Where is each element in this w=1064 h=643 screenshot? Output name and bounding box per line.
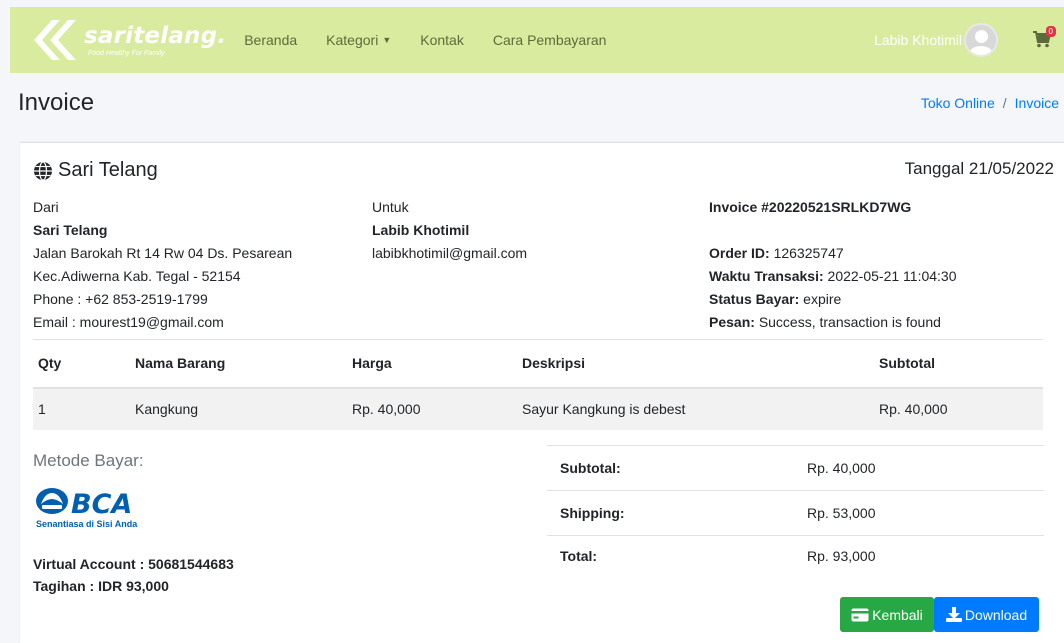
download-icon: [945, 607, 962, 622]
bca-logo-text: BCA: [71, 489, 132, 520]
brand-name: saritelang.: [84, 22, 227, 49]
cart-button[interactable]: 0: [1032, 26, 1056, 50]
back-button[interactable]: Kembali: [840, 597, 934, 632]
breadcrumb-current[interactable]: Invoice: [1015, 95, 1059, 111]
transaction-time: Waktu Transaksi: 2022-05-21 11:04:30: [709, 268, 957, 284]
back-button-label: Kembali: [872, 606, 923, 623]
breadcrumb-separator: /: [1002, 95, 1007, 111]
breadcrumb-link-toko-online[interactable]: Toko Online: [921, 95, 995, 111]
breadcrumb: Toko Online / Invoice: [921, 95, 1059, 111]
invoice-card: Sari Telang Tanggal 21/05/2022 Dari Sari…: [20, 142, 1064, 643]
avatar[interactable]: [964, 23, 998, 57]
cell-subtotal: Rp. 40,000: [874, 387, 1043, 430]
from-address-line2: Kec.Adiwerna Kab. Tegal - 52154: [33, 268, 241, 284]
nav-link-beranda[interactable]: Beranda: [244, 32, 297, 48]
download-button-label: Download: [964, 606, 1028, 623]
column-header-subtotal: Subtotal: [874, 339, 1043, 389]
items-table-header: Qty Nama Barang Harga Deskripsi Subtotal: [33, 339, 1043, 389]
nav-link-kontak[interactable]: Kontak: [420, 32, 464, 48]
shipping-value: Rp. 53,000: [794, 490, 1044, 536]
brand-tagline: Food Healthy For Family: [88, 49, 165, 57]
to-email: labibkhotimil@gmail.com: [372, 245, 528, 261]
column-header-deskripsi: Deskripsi: [517, 339, 874, 389]
shop-name: Sari Telang: [33, 159, 158, 182]
user-name[interactable]: Labib Khotimil: [874, 32, 962, 48]
download-button[interactable]: Download: [934, 597, 1039, 632]
credit-card-icon: [851, 608, 869, 621]
navbar: saritelang. Food Healthy For Family Bera…: [10, 7, 1064, 73]
cell-nama-barang: Kangkung: [130, 387, 347, 430]
totals-row-subtotal: Subtotal: Rp. 40,000: [547, 445, 1044, 491]
nav-link-cara-pembayaran[interactable]: Cara Pembayaran: [493, 32, 607, 48]
column-header-harga: Harga: [347, 339, 517, 389]
from-address: Dari Sari Telang Jalan Barokah Rt 14 Rw …: [33, 196, 292, 334]
shop-name-label: Sari Telang: [58, 159, 158, 181]
from-phone: Phone : +62 853-2519-1799: [33, 291, 208, 307]
column-header-nama-barang: Nama Barang: [130, 339, 347, 389]
payment-info: Virtual Account : 50681544683 Tagihan : …: [33, 553, 234, 597]
to-address: Untuk Labib Khotimil labibkhotimil@gmail…: [372, 196, 527, 265]
cell-harga: Rp. 40,000: [347, 387, 517, 430]
page-title: Invoice: [18, 89, 95, 116]
totals-table: Subtotal: Rp. 40,000 Shipping: Rp. 53,00…: [547, 445, 1044, 581]
double-chevron-left-icon: [34, 20, 76, 60]
nav-link-kategori[interactable]: Kategori ▼: [326, 32, 391, 48]
table-row: 1 Kangkung Rp. 40,000 Sayur Kangkung is …: [33, 387, 1043, 430]
from-name: Sari Telang: [33, 222, 108, 238]
totals-row-shipping: Shipping: Rp. 53,000: [547, 490, 1044, 536]
to-label: Untuk: [372, 199, 409, 215]
totals-row-total: Total: Rp. 93,000: [547, 535, 1044, 581]
subtotal-value: Rp. 40,000: [794, 445, 1044, 491]
from-address-line1: Jalan Barokah Rt 14 Rw 04 Ds. Pesarean: [33, 245, 293, 261]
payment-status: Status Bayar: expire: [709, 291, 842, 307]
to-name: Labib Khotimil: [372, 222, 470, 238]
items-table: Qty Nama Barang Harga Deskripsi Subtotal…: [33, 339, 1043, 430]
nav-link-kategori-label: Kategori: [326, 32, 379, 48]
caret-down-icon: ▼: [382, 35, 392, 45]
from-label: Dari: [33, 199, 59, 215]
order-id: Order ID: 126325747: [709, 245, 844, 261]
payment-method-title: Metode Bayar:: [33, 451, 144, 470]
bca-tagline: Senantiasa di Sisi Anda: [36, 519, 138, 529]
brand-logo[interactable]: saritelang. Food Healthy For Family: [28, 18, 226, 62]
virtual-account: Virtual Account : 50681544683: [33, 556, 234, 572]
cell-qty: 1: [33, 387, 130, 430]
shipping-label: Shipping:: [547, 490, 794, 536]
subtotal-label: Subtotal:: [547, 445, 794, 491]
invoice-number: Invoice #20220521SRLKD7WG: [709, 199, 912, 215]
total-label: Total:: [547, 535, 794, 581]
globe-icon: [34, 160, 52, 181]
total-value: Rp. 93,000: [794, 535, 1044, 581]
cell-deskripsi: Sayur Kangkung is debest: [517, 387, 874, 430]
invoice-meta: Invoice #20220521SRLKD7WG Order ID: 1263…: [709, 196, 957, 334]
bill-amount: Tagihan : IDR 93,000: [33, 578, 169, 594]
cart-badge: 0: [1045, 26, 1056, 37]
payment-message: Pesan: Success, transaction is found: [709, 314, 941, 330]
column-header-qty: Qty: [33, 339, 130, 389]
invoice-date: Tanggal 21/05/2022: [904, 159, 1054, 178]
bca-logo: BCA Senantiasa di Sisi Anda: [36, 488, 138, 529]
from-email: Email : mourest19@gmail.com: [33, 314, 224, 330]
